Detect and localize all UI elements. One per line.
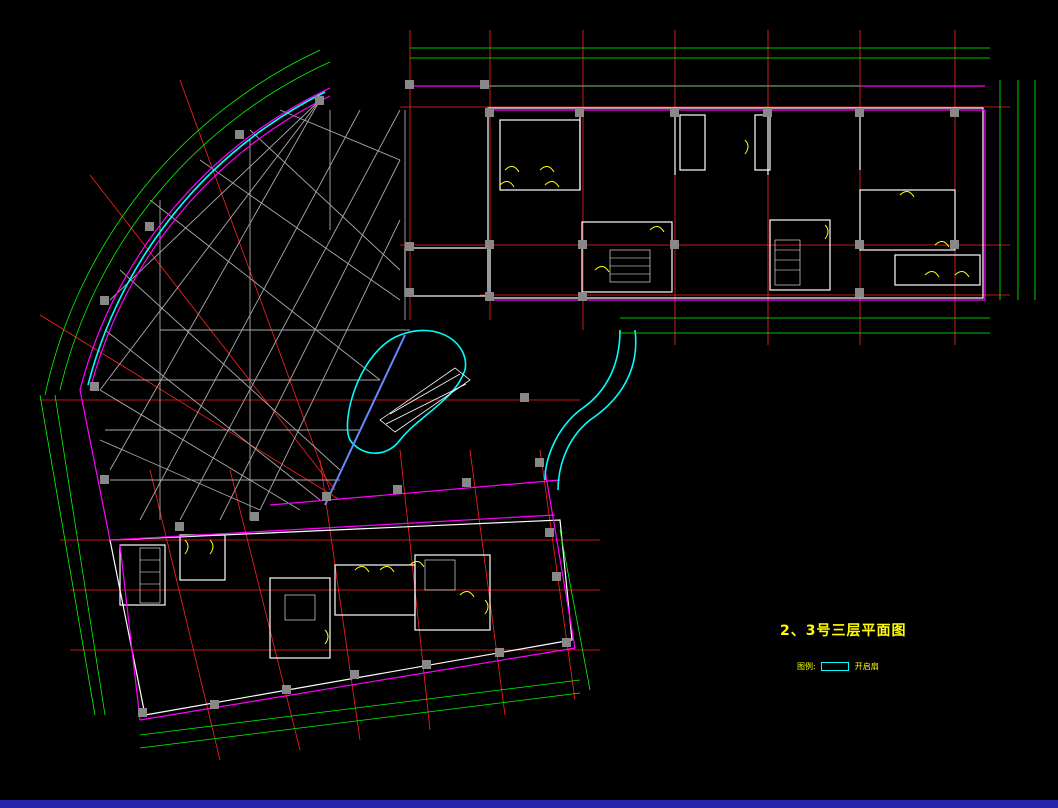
door-swings <box>184 139 970 645</box>
legend: 图例: 开启扇 <box>797 661 879 672</box>
frame-bottom-bar <box>0 800 1058 808</box>
window-legend-icon <box>821 662 850 671</box>
dimension-lines <box>39 47 1036 749</box>
drawing-title: 2、3号三层平面图 <box>780 623 907 639</box>
legend-prefix: 图例: <box>797 662 816 671</box>
atrium-roof-structure <box>99 99 410 521</box>
escalator <box>324 334 471 506</box>
floor-plan-drawing <box>39 30 1036 761</box>
legend-label: 开启扇 <box>854 662 879 671</box>
